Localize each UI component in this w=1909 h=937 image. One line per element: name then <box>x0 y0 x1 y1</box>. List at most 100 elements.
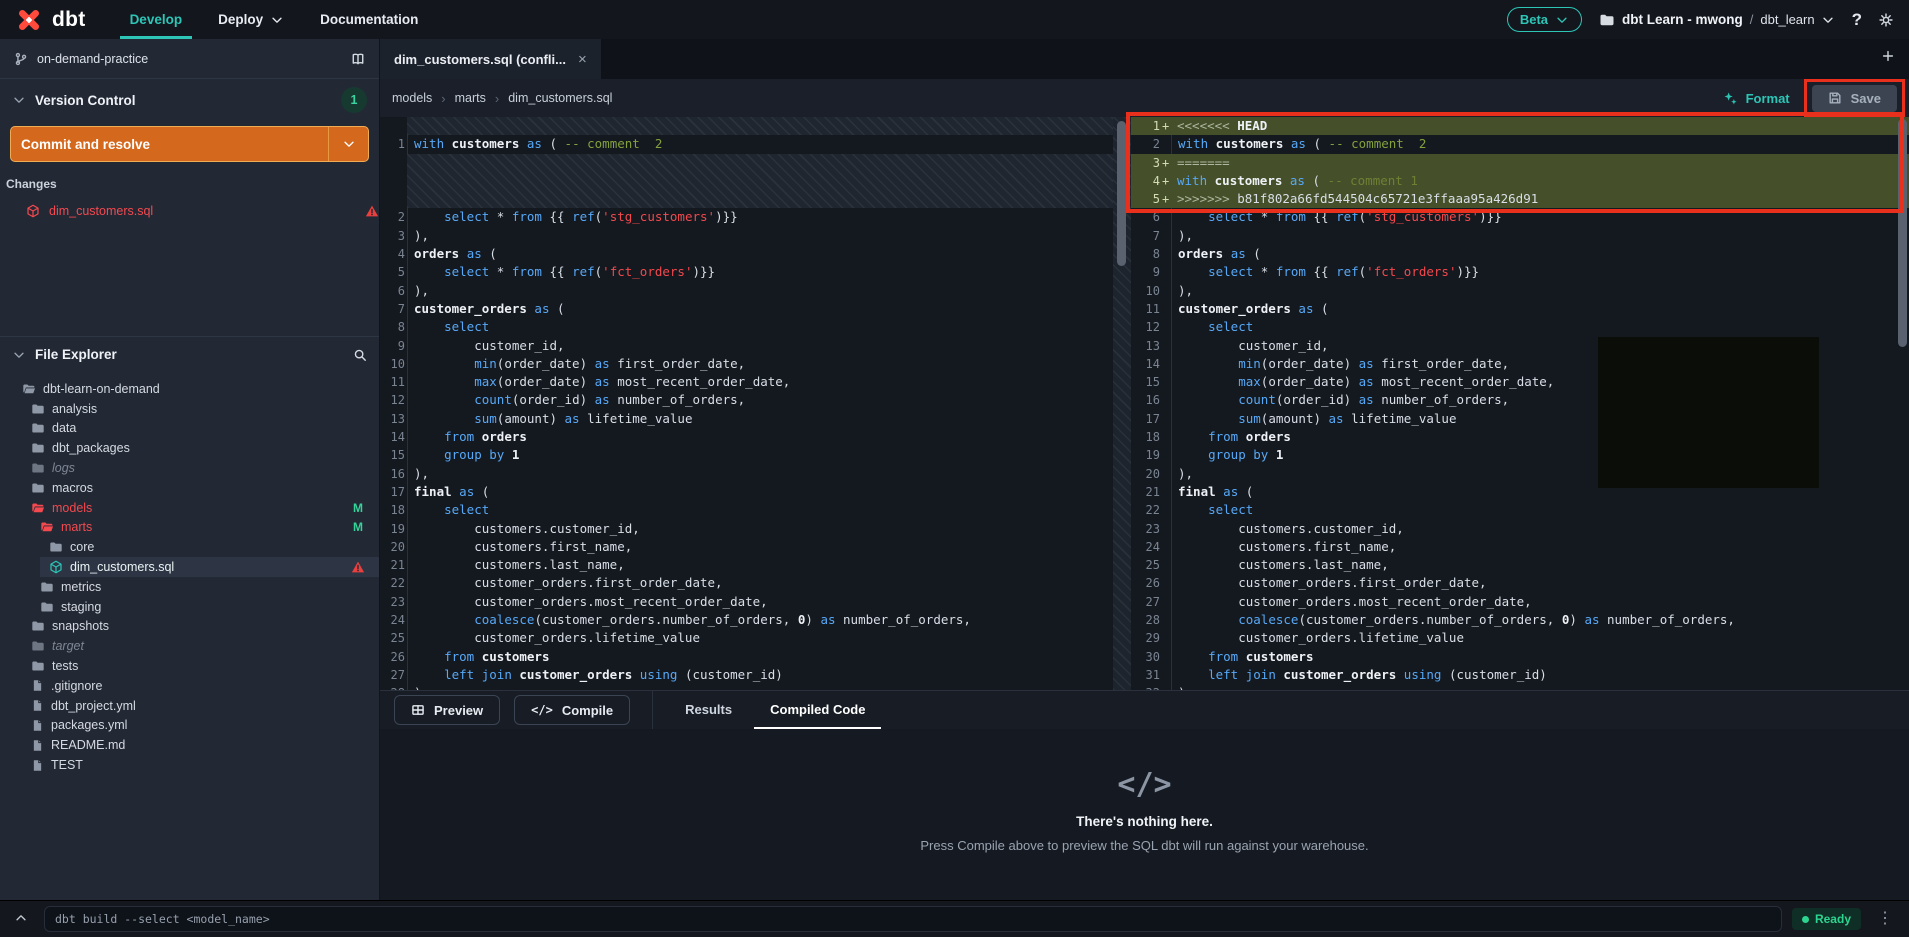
code-line-10[interactable]: 10), <box>1131 282 1909 300</box>
left-scrollbar-thumb[interactable] <box>1117 121 1126 266</box>
code-line-11[interactable]: 11customer_orders as ( <box>1131 300 1909 318</box>
editor-scrollbar[interactable] <box>1896 117 1909 690</box>
nav-develop[interactable]: Develop <box>120 0 193 39</box>
code-line-12[interactable]: 12 count(order_id) as number_of_orders, <box>380 391 1113 409</box>
tree-item-models[interactable]: modelsM <box>0 498 379 518</box>
code-line-25[interactable]: 25 customers.last_name, <box>1131 556 1909 574</box>
code-line-4[interactable]: 4orders as ( <box>380 245 1113 263</box>
dbt-brand[interactable]: dbt <box>0 5 86 35</box>
format-button[interactable]: Format <box>1717 90 1796 107</box>
new-tab-button[interactable] <box>1875 48 1901 67</box>
code-line-31[interactable]: 31 left join customer_orders using (cust… <box>1131 666 1909 684</box>
code-line-5[interactable]: 5+>>>>>>> b81f802a66fd544504c65721e3ffaa… <box>1131 190 1909 208</box>
code-line-6[interactable]: 6 select * from {{ ref('stg_customers')}… <box>1131 208 1909 226</box>
file-search-button[interactable] <box>353 348 367 362</box>
code-line-24[interactable]: 24 coalesce(customer_orders.number_of_or… <box>380 611 1113 629</box>
code-line-22[interactable]: 22 customer_orders.first_order_date, <box>380 574 1113 592</box>
code-line-26[interactable]: 26 from customers <box>380 648 1113 666</box>
code-line-30[interactable]: 30 from customers <box>1131 648 1909 666</box>
command-input[interactable] <box>44 906 1782 932</box>
code-line-28[interactable]: 28 coalesce(customer_orders.number_of_or… <box>1131 611 1909 629</box>
tree-item-dbt-project-yml[interactable]: dbt_project.yml <box>0 696 379 716</box>
code-line-17[interactable]: 17final as ( <box>380 483 1113 501</box>
commit-options-button[interactable] <box>328 127 368 161</box>
code-line-5[interactable]: 5 select * from {{ ref('fct_orders')}} <box>380 263 1113 281</box>
docs-book-button[interactable] <box>351 52 365 66</box>
help-button[interactable]: ? <box>1852 10 1862 30</box>
change-item-dim-customers-sql[interactable]: dim_customers.sql <box>0 198 379 224</box>
tab-results[interactable]: Results <box>669 691 748 729</box>
tree-item-readme-md[interactable]: README.md <box>0 735 379 755</box>
code-line-1[interactable]: 1with customers as ( -- comment 2 <box>380 135 1113 153</box>
code-line-20[interactable]: 20 customers.first_name, <box>380 538 1113 556</box>
code-line-2[interactable]: 2 select * from {{ ref('stg_customers')}… <box>380 208 1113 226</box>
tree-item-dim-customers-sql[interactable]: dim_customers.sql <box>0 557 379 577</box>
tree-item-gitignore[interactable]: .gitignore <box>0 676 379 696</box>
code-line-29[interactable]: 29 customer_orders.lifetime_value <box>1131 629 1909 647</box>
overflow-menu-button[interactable]: ⋮ <box>1871 910 1899 928</box>
code-line-3[interactable]: 3+======= <box>1131 154 1909 172</box>
tree-item-packages-yml[interactable]: packages.yml <box>0 716 379 736</box>
tree-item-target[interactable]: target <box>0 636 379 656</box>
code-line-19[interactable]: 19 customers.customer_id, <box>380 520 1113 538</box>
nav-documentation[interactable]: Documentation <box>310 0 428 39</box>
version-control-header[interactable]: Version Control 1 <box>0 79 379 121</box>
tree-item-marts[interactable]: martsM <box>0 518 379 538</box>
nav-deploy[interactable]: Deploy <box>208 0 294 39</box>
tree-item-analysis[interactable]: analysis <box>0 399 379 419</box>
code-line-13[interactable]: 13 sum(amount) as lifetime_value <box>380 410 1113 428</box>
code-line-1[interactable]: 1+<<<<<<< HEAD <box>1131 117 1909 135</box>
code-line-12[interactable]: 12 select <box>1131 318 1909 336</box>
code-line-25[interactable]: 25 customer_orders.lifetime_value <box>380 629 1113 647</box>
tree-item-dbt-packages[interactable]: dbt_packages <box>0 438 379 458</box>
settings-button[interactable] <box>1879 13 1893 27</box>
code-line-27[interactable]: 27 left join customer_orders using (cust… <box>380 666 1113 684</box>
code-line-7[interactable]: 7), <box>1131 227 1909 245</box>
tree-item-snapshots[interactable]: snapshots <box>0 617 379 637</box>
code-line-15[interactable]: 15 group by 1 <box>380 446 1113 464</box>
tree-item-logs[interactable]: logs <box>0 458 379 478</box>
tree-item-data[interactable]: data <box>0 419 379 439</box>
tab-close-icon[interactable]: × <box>578 52 587 67</box>
tree-item-macros[interactable]: macros <box>0 478 379 498</box>
code-line-8[interactable]: 8 select <box>380 318 1113 336</box>
tree-item-dbt-learn-on-demand[interactable]: dbt-learn-on-demand <box>0 379 379 399</box>
beta-dropdown[interactable]: Beta <box>1507 7 1582 32</box>
code-line-24[interactable]: 24 customers.first_name, <box>1131 538 1909 556</box>
tab-dim-customers-sql[interactable]: dim_customers.sql (confli... × <box>380 39 601 79</box>
code-line-11[interactable]: 11 max(order_date) as most_recent_order_… <box>380 373 1113 391</box>
branch-selector[interactable]: on-demand-practice <box>0 39 379 79</box>
project-selector[interactable]: dbt_learn <box>1760 12 1834 27</box>
code-pane-current[interactable]: 1with customers as ( -- comment 2 2 selec… <box>380 117 1113 690</box>
commit-and-resolve-button[interactable]: Commit and resolve <box>11 127 328 161</box>
code-line-7[interactable]: 7customer_orders as ( <box>380 300 1113 318</box>
code-line-18[interactable]: 18 select <box>380 501 1113 519</box>
save-button[interactable]: Save <box>1812 85 1897 112</box>
code-line-22[interactable]: 22 select <box>1131 501 1909 519</box>
expand-panel-button[interactable] <box>8 910 34 929</box>
code-line-3[interactable]: 3), <box>380 227 1113 245</box>
right-scrollbar-thumb[interactable] <box>1898 119 1907 347</box>
code-line-2[interactable]: 2with customers as ( -- comment 2 <box>1131 135 1909 153</box>
tree-item-metrics[interactable]: metrics <box>0 577 379 597</box>
code-line-9[interactable]: 9 select * from {{ ref('fct_orders')}} <box>1131 263 1909 281</box>
code-line-14[interactable]: 14 from orders <box>380 428 1113 446</box>
code-line-16[interactable]: 16), <box>380 465 1113 483</box>
code-line-21[interactable]: 21 customers.last_name, <box>380 556 1113 574</box>
code-line-27[interactable]: 27 customer_orders.most_recent_order_dat… <box>1131 593 1909 611</box>
code-line-9[interactable]: 9 customer_id, <box>380 337 1113 355</box>
tree-item-test[interactable]: TEST <box>0 755 379 775</box>
code-line-10[interactable]: 10 min(order_date) as first_order_date, <box>380 355 1113 373</box>
code-line-6[interactable]: 6), <box>380 282 1113 300</box>
code-line-4[interactable]: 4+with customers as ( -- comment 1 <box>1131 172 1909 190</box>
tab-compiled-code[interactable]: Compiled Code <box>754 691 881 729</box>
compile-button[interactable]: </> Compile <box>514 695 630 725</box>
tree-item-core[interactable]: core <box>0 537 379 557</box>
code-line-8[interactable]: 8orders as ( <box>1131 245 1909 263</box>
tree-item-tests[interactable]: tests <box>0 656 379 676</box>
tree-item-staging[interactable]: staging <box>0 597 379 617</box>
code-line-23[interactable]: 23 customers.customer_id, <box>1131 520 1909 538</box>
code-line-23[interactable]: 23 customer_orders.most_recent_order_dat… <box>380 593 1113 611</box>
file-explorer-header[interactable]: File Explorer <box>0 336 379 372</box>
code-line-26[interactable]: 26 customer_orders.first_order_date, <box>1131 574 1909 592</box>
